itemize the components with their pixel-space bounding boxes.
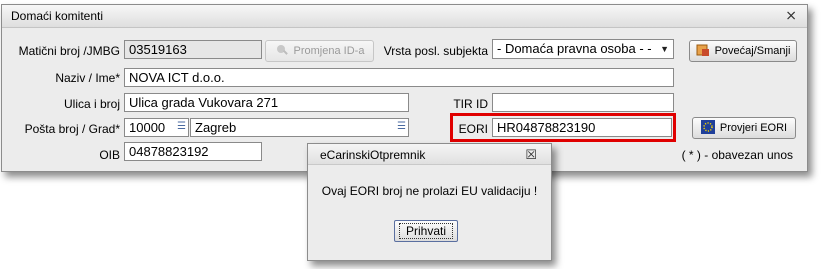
vrsta-subjekta-select[interactable]: - Domaća pravna osoba - - ▼ <box>492 39 674 59</box>
validation-dialog: eCarinskiOtpremnik ☒ Ovaj EORI broj ne p… <box>307 143 552 261</box>
naziv-field[interactable]: NOVA ICT d.o.o. <box>124 68 674 87</box>
posta-grad-label: Pošta broj / Grad* <box>24 122 120 136</box>
ulica-label: Ulica i broj <box>63 97 120 111</box>
posta-broj-value: 10000 <box>129 120 166 135</box>
promjena-id-label: Promjena ID-a <box>293 45 365 57</box>
ulica-field[interactable]: Ulica grada Vukovara 271 <box>124 93 409 112</box>
eu-flag-icon <box>700 119 715 137</box>
povecaj-smanji-button[interactable]: Povećaj/Smanji <box>689 40 797 62</box>
tir-field[interactable] <box>492 93 674 112</box>
provjeri-eori-button[interactable]: Provjeri EORI <box>692 117 796 139</box>
edit-id-icon <box>275 43 289 60</box>
dialog-close-icon[interactable]: ☒ <box>525 147 537 163</box>
resize-icon <box>696 43 710 60</box>
dialog-titlebar: eCarinskiOtpremnik ☒ <box>308 144 551 165</box>
naziv-label: Naziv / Ime* <box>55 71 120 85</box>
prihvati-button[interactable]: Prihvati <box>394 220 458 242</box>
provjeri-eori-label: Provjeri EORI <box>719 122 788 134</box>
window-title: Domaći komitenti <box>11 9 104 23</box>
maticni-broj-field[interactable]: 03519163 <box>124 40 262 59</box>
oib-field[interactable]: 04878823192 <box>124 142 262 161</box>
vrsta-subjekta-value: - Domaća pravna osoba - - <box>497 41 652 56</box>
povecaj-smanji-label: Povećaj/Smanji <box>714 45 791 57</box>
eori-highlight-box <box>450 113 676 142</box>
vrsta-subjekta-label: Vrsta posl. subjekta <box>383 44 488 58</box>
oib-label: OIB <box>99 148 120 162</box>
tir-label: TIR ID <box>453 97 488 111</box>
lookup-list-icon[interactable]: ☰ <box>177 121 186 132</box>
grad-value: Zagreb <box>195 120 237 135</box>
window-close-icon[interactable]: ⨯ <box>785 7 797 24</box>
dialog-title: eCarinskiOtpremnik <box>320 148 426 162</box>
prihvati-label: Prihvati <box>398 223 453 239</box>
maticni-broj-label: Matični broj /JMBG <box>18 44 120 58</box>
lookup-list-icon[interactable]: ☰ <box>397 121 406 132</box>
grad-field[interactable]: Zagreb ☰ <box>190 118 409 137</box>
chevron-down-icon: ▼ <box>660 44 669 54</box>
dialog-message: Ovaj EORI broj ne prolazi EU validaciju … <box>321 184 538 198</box>
obavezan-unos-note: ( * ) - obavezan unos <box>681 148 793 162</box>
posta-broj-field[interactable]: 10000 ☰ <box>124 118 189 137</box>
promjena-id-button[interactable]: Promjena ID-a <box>265 40 374 62</box>
window-titlebar: Domaći komitenti ⨯ <box>2 5 807 28</box>
